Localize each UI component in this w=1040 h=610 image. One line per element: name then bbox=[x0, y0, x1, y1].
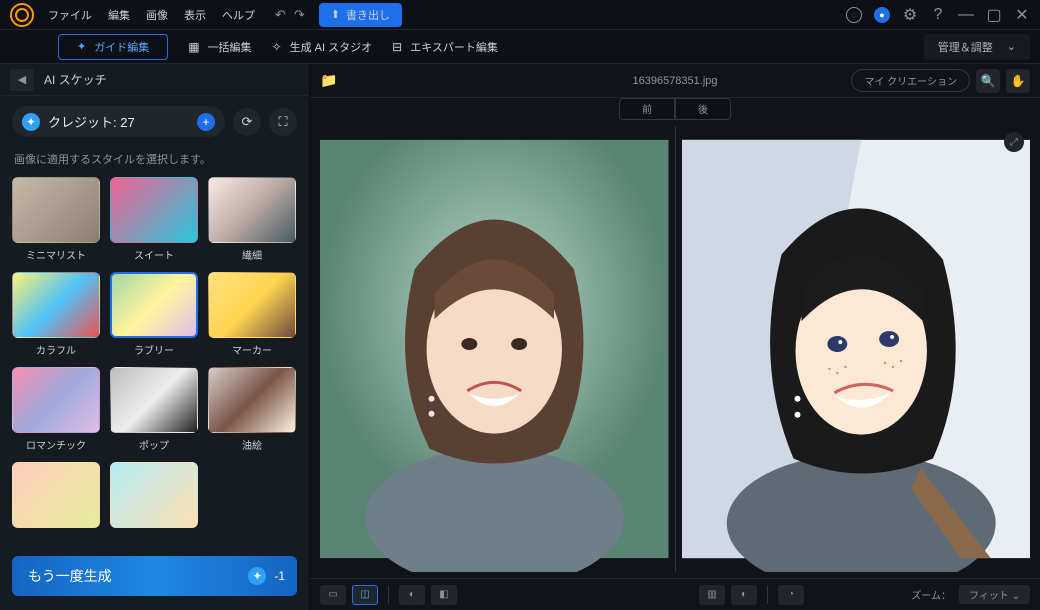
credit-icon: ✦ bbox=[22, 113, 40, 131]
app-logo bbox=[10, 3, 34, 27]
wand-icon: ✦ bbox=[77, 40, 86, 53]
before-image bbox=[320, 126, 669, 572]
generate-label: もう一度生成 bbox=[28, 566, 112, 586]
after-image: ⤢ bbox=[682, 126, 1031, 572]
sliders-icon: ⊟ bbox=[392, 40, 402, 54]
adjust-dropdown-label: 管理＆調整 bbox=[938, 39, 993, 55]
credit-label: クレジット: 27 bbox=[48, 112, 135, 131]
style-romantic-label: ロマンチック bbox=[26, 437, 86, 452]
style-oil-label: 油絵 bbox=[242, 437, 262, 452]
view-single-button[interactable]: ▭ bbox=[320, 585, 346, 605]
tab-gen-ai-studio[interactable]: ✧ 生成 AI スタジオ bbox=[272, 39, 373, 55]
back-button[interactable]: ◀ bbox=[10, 69, 34, 91]
zoom-select[interactable]: フィット ⌄ bbox=[959, 585, 1030, 604]
tab-expert-edit-label: エキスパート編集 bbox=[410, 39, 498, 55]
close-icon[interactable]: ✕ bbox=[1014, 7, 1030, 23]
folder-icon[interactable]: 📁 bbox=[320, 72, 337, 89]
tab-guide-edit-label: ガイド編集 bbox=[94, 39, 149, 55]
style-marker-label: マーカー bbox=[232, 342, 272, 357]
tab-batch-edit-label: 一括編集 bbox=[208, 39, 252, 55]
credit-cost-icon: ✦ bbox=[248, 567, 266, 585]
menu-image[interactable]: 画像 bbox=[146, 7, 168, 23]
grid-icon: ▦ bbox=[188, 40, 199, 54]
gear-icon[interactable]: ⚙ bbox=[902, 7, 918, 23]
tab-expert-edit[interactable]: ⊟ エキスパート編集 bbox=[392, 39, 498, 55]
style-lovely[interactable] bbox=[110, 272, 198, 338]
style-minimalist-label: ミニマリスト bbox=[26, 247, 86, 262]
style-oil[interactable] bbox=[208, 367, 296, 433]
notification-icon[interactable]: ● bbox=[874, 7, 890, 23]
style-colorful[interactable] bbox=[12, 272, 100, 338]
user-icon[interactable]: ◌ bbox=[846, 7, 862, 23]
tab-guide-edit[interactable]: ✦ ガイド編集 bbox=[58, 34, 168, 60]
style-marker[interactable] bbox=[208, 272, 296, 338]
style-delicate[interactable] bbox=[208, 177, 296, 243]
zoom-tool-icon[interactable]: 🔍 bbox=[976, 69, 1000, 93]
chevron-down-icon: ⌄ bbox=[1007, 40, 1016, 53]
sidebar-title: AI スケッチ bbox=[44, 71, 107, 88]
style-pop-label: ポップ bbox=[139, 437, 169, 452]
contrast-button[interactable]: ◐ bbox=[731, 585, 757, 605]
hand-tool-icon[interactable]: ✋ bbox=[1006, 69, 1030, 93]
style-pop[interactable] bbox=[110, 367, 198, 433]
export-label: 書き出し bbox=[346, 7, 390, 23]
minimize-icon[interactable]: — bbox=[958, 7, 974, 23]
undo-icon[interactable]: ↶ bbox=[275, 7, 286, 23]
style-minimalist[interactable] bbox=[12, 177, 100, 243]
style-romantic[interactable] bbox=[12, 367, 100, 433]
maximize-icon[interactable]: ▢ bbox=[986, 7, 1002, 23]
style-extra-1[interactable] bbox=[12, 462, 100, 528]
redo-icon[interactable]: ↷ bbox=[294, 7, 305, 23]
sparkle-icon: ✧ bbox=[272, 40, 282, 54]
main-menu: ファイル 編集 画像 表示 ヘルプ bbox=[48, 7, 255, 23]
before-tab[interactable]: 前 bbox=[619, 98, 675, 120]
style-lovely-label: ラブリー bbox=[134, 342, 174, 357]
menu-view[interactable]: 表示 bbox=[184, 7, 206, 23]
style-sweet[interactable] bbox=[110, 177, 198, 243]
style-grid: ミニマリスト スイート 繊細 カラフル ラブリー マーカー ロマンチック ポップ… bbox=[0, 177, 309, 546]
style-sweet-label: スイート bbox=[134, 247, 174, 262]
view-split-button[interactable]: ◫ bbox=[352, 585, 378, 605]
menu-edit[interactable]: 編集 bbox=[108, 7, 130, 23]
style-colorful-label: カラフル bbox=[36, 342, 76, 357]
credit-pill: ✦ クレジット: 27 + bbox=[12, 106, 225, 137]
my-creation-button[interactable]: マイ クリエーション bbox=[851, 69, 970, 92]
help-icon[interactable]: ? bbox=[930, 7, 946, 23]
upload-icon: ⬆ bbox=[331, 8, 340, 21]
adjust-dropdown[interactable]: 管理＆調整 ⌄ bbox=[924, 34, 1030, 60]
generate-cost: -1 bbox=[274, 569, 285, 583]
filename: 16396578351.jpg bbox=[632, 75, 717, 87]
tab-gen-ai-label: 生成 AI スタジオ bbox=[290, 39, 373, 55]
add-credit-button[interactable]: + bbox=[197, 113, 215, 131]
export-button[interactable]: ⬆ 書き出し bbox=[319, 3, 402, 27]
menu-file[interactable]: ファイル bbox=[48, 7, 92, 23]
zoom-label: ズーム： bbox=[911, 587, 951, 602]
menu-help[interactable]: ヘルプ bbox=[222, 7, 255, 23]
toggle-a-button[interactable]: ◐ bbox=[399, 585, 425, 605]
after-tab[interactable]: 後 bbox=[675, 98, 731, 120]
gift-button[interactable]: ⛶ bbox=[269, 108, 297, 136]
tab-batch-edit[interactable]: ▦ 一括編集 bbox=[188, 39, 251, 55]
generate-button[interactable]: もう一度生成 ✦ -1 bbox=[12, 556, 297, 596]
style-instruction: 画像に適用するスタイルを選択します。 bbox=[0, 147, 309, 177]
compare-vert-button[interactable]: ▥ bbox=[699, 585, 725, 605]
zoom-value: フィット bbox=[969, 591, 1009, 602]
chevron-down-icon: ⌄ bbox=[1012, 591, 1020, 602]
toggle-b-button[interactable]: ◧ bbox=[431, 585, 457, 605]
expand-icon[interactable]: ⤢ bbox=[1004, 132, 1024, 152]
histogram-button[interactable]: ◔ bbox=[778, 585, 804, 605]
style-extra-2[interactable] bbox=[110, 462, 198, 528]
refresh-button[interactable]: ⟳ bbox=[233, 108, 261, 136]
style-delicate-label: 繊細 bbox=[242, 247, 262, 262]
